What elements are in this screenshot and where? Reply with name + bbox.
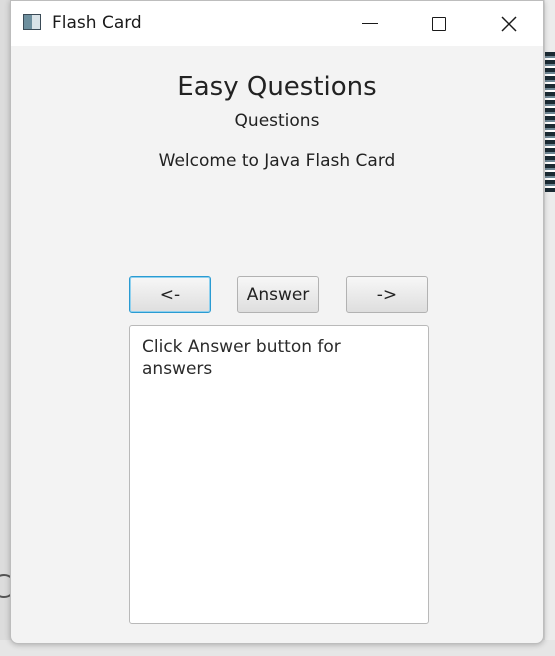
close-button[interactable] [474,1,543,46]
answer-text-area[interactable]: Click Answer button for answers [129,325,429,624]
maximize-button[interactable] [404,1,474,46]
previous-button[interactable]: <- [129,276,211,313]
background-window-edge [545,52,555,192]
page-subtitle: Questions [234,111,320,131]
flash-card-window: Flash Card Easy Questions Questions Welc… [10,0,544,644]
welcome-message: Welcome to Java Flash Card [158,151,396,171]
window-title: Flash Card [52,13,142,33]
minimize-button[interactable] [335,1,405,46]
app-icon [23,14,41,30]
title-bar[interactable]: Flash Card [11,1,543,46]
page-title: Easy Questions [177,72,377,102]
minimize-icon [362,22,378,25]
answer-button[interactable]: Answer [237,276,319,313]
maximize-icon [432,16,446,31]
close-icon [501,15,517,32]
next-button[interactable]: -> [346,276,428,313]
